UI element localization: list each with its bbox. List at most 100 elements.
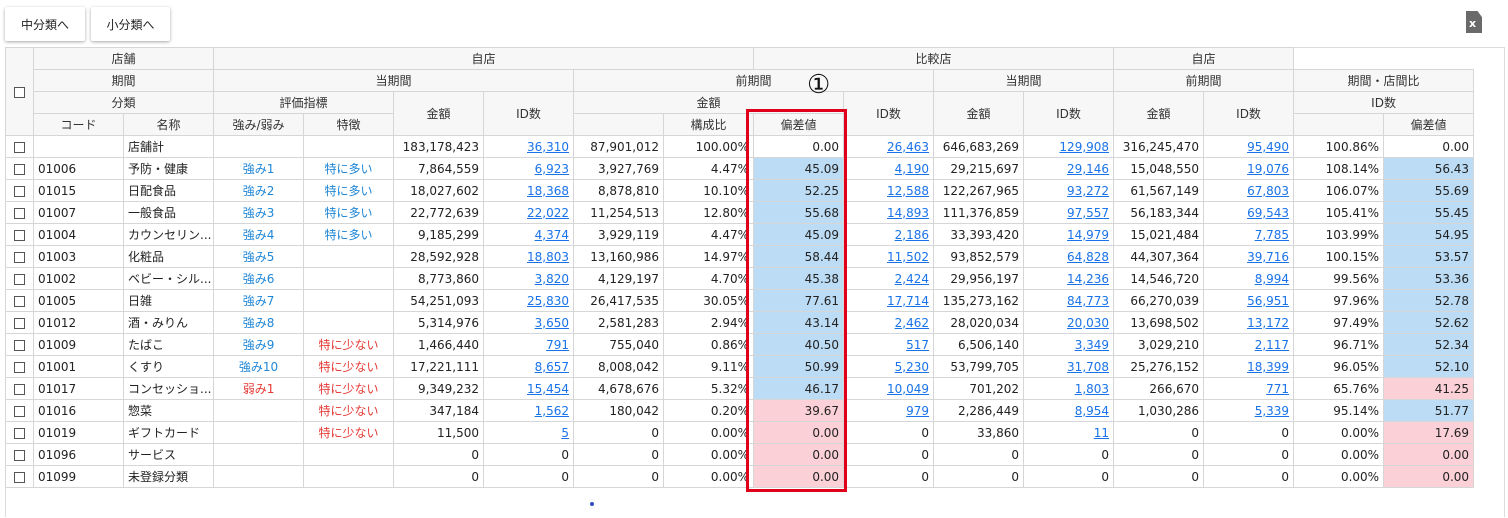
header-amount[interactable]: 金額 (393, 91, 485, 136)
row-checkbox[interactable] (14, 207, 25, 219)
cell-id-count-value[interactable]: 4,374 (535, 228, 569, 242)
cell-compare-id-count-value[interactable]: 97,557 (1067, 206, 1109, 220)
cell-id-count-value[interactable]: 6,923 (535, 162, 569, 176)
cell-id-count-value[interactable]: 36,310 (527, 140, 569, 154)
row-checkbox[interactable] (14, 339, 25, 351)
cell-compare-prev-id-count-value[interactable]: 771 (1266, 382, 1289, 396)
row-checkbox[interactable] (14, 471, 25, 483)
header-compare-prev-amount[interactable]: 金額 (1113, 91, 1205, 136)
row-checkbox[interactable] (14, 449, 25, 461)
row-checkbox-cell[interactable] (5, 201, 34, 224)
cell-id-count-value[interactable]: 22,022 (527, 206, 569, 220)
cell-id-count-value[interactable]: 1,562 (535, 404, 569, 418)
cell-compare-id-count-value[interactable]: 14,979 (1067, 228, 1109, 242)
small-category-button[interactable]: 小分類へ (91, 7, 170, 41)
cell-prev-id-count-value[interactable]: 10,049 (887, 382, 929, 396)
cell-compare-prev-id-count-value[interactable]: 19,076 (1247, 162, 1289, 176)
cell-id-count-value[interactable]: 15,454 (527, 382, 569, 396)
cell-compare-id-count-value[interactable]: 1,803 (1075, 382, 1109, 396)
cell-compare-prev-id-count-value[interactable]: 18,399 (1247, 360, 1289, 374)
row-checkbox-cell[interactable] (5, 377, 34, 400)
header-ratio-deviation[interactable]: 偏差値 (1383, 113, 1475, 136)
cell-compare-prev-id-count-value[interactable]: 8,994 (1255, 272, 1289, 286)
header-name[interactable]: 名称 (122, 113, 215, 136)
header-compare-id-count[interactable]: ID数 (1023, 91, 1115, 136)
header-deviation[interactable]: 偏差値 (753, 113, 845, 136)
row-checkbox-cell[interactable] (5, 443, 34, 466)
cell-compare-prev-id-count-value[interactable]: 39,716 (1247, 250, 1289, 264)
row-checkbox[interactable] (14, 273, 25, 285)
cell-compare-prev-id-count-value[interactable]: 2,117 (1255, 338, 1289, 352)
cell-id-count-value[interactable]: 25,830 (527, 294, 569, 308)
cell-compare-id-count-value[interactable]: 11 (1094, 426, 1109, 440)
row-checkbox-cell[interactable] (5, 311, 34, 334)
cell-compare-prev-id-count-value[interactable]: 69,543 (1247, 206, 1289, 220)
cell-prev-id-count-value[interactable]: 14,893 (887, 206, 929, 220)
cell-compare-id-count-value[interactable]: 129,908 (1059, 140, 1109, 154)
cell-compare-id-count-value[interactable]: 84,773 (1067, 294, 1109, 308)
row-checkbox-cell[interactable] (5, 289, 34, 312)
row-checkbox[interactable] (14, 163, 25, 175)
cell-compare-id-count-value[interactable]: 3,349 (1075, 338, 1109, 352)
cell-compare-id-count-value[interactable]: 29,146 (1067, 162, 1109, 176)
cell-compare-id-count-value[interactable]: 31,708 (1067, 360, 1109, 374)
cell-id-count-value[interactable]: 18,803 (527, 250, 569, 264)
cell-compare-prev-id-count-value[interactable]: 7,785 (1255, 228, 1289, 242)
cell-prev-id-count-value[interactable]: 979 (906, 404, 929, 418)
cell-prev-id-count-value[interactable]: 2,424 (895, 272, 929, 286)
row-checkbox-cell[interactable] (5, 245, 34, 268)
row-checkbox-cell[interactable] (5, 421, 34, 444)
row-checkbox-cell[interactable] (5, 223, 34, 246)
row-checkbox-cell[interactable] (5, 333, 34, 356)
row-checkbox[interactable] (14, 405, 25, 417)
cell-prev-id-count-value[interactable]: 517 (906, 338, 929, 352)
header-composition[interactable]: 構成比 (663, 113, 755, 136)
cell-prev-id-count-value[interactable]: 2,462 (895, 316, 929, 330)
middle-category-button[interactable]: 中分類へ (5, 7, 85, 41)
row-checkbox[interactable] (14, 361, 25, 373)
cell-prev-id-count-value[interactable]: 5,230 (895, 360, 929, 374)
row-checkbox[interactable] (14, 229, 25, 241)
cell-prev-id-count-value[interactable]: 2,186 (895, 228, 929, 242)
cell-id-count-value[interactable]: 791 (546, 338, 569, 352)
cell-prev-id-count-value[interactable]: 4,190 (895, 162, 929, 176)
row-checkbox-cell[interactable] (5, 179, 34, 202)
row-checkbox[interactable] (14, 251, 25, 263)
cell-compare-prev-id-count-value[interactable]: 56,951 (1247, 294, 1289, 308)
row-checkbox-cell[interactable] (5, 135, 34, 158)
header-compare-prev-id-count[interactable]: ID数 (1203, 91, 1295, 136)
header-feature[interactable]: 特徴 (303, 113, 395, 136)
cell-compare-prev-id-count-value[interactable]: 67,803 (1247, 184, 1289, 198)
header-prev-id-count[interactable]: ID数 (843, 91, 935, 136)
cell-id-count-value[interactable]: 8,657 (535, 360, 569, 374)
cell-compare-prev-id-count-value[interactable]: 5,339 (1255, 404, 1289, 418)
header-code[interactable]: コード (33, 113, 124, 136)
row-checkbox-cell[interactable] (5, 465, 34, 488)
row-checkbox[interactable] (14, 317, 25, 329)
excel-export-icon[interactable]: x (1466, 11, 1482, 33)
cell-compare-prev-id-count-value[interactable]: 95,490 (1247, 140, 1289, 154)
cell-compare-id-count-value[interactable]: 64,828 (1067, 250, 1109, 264)
cell-prev-id-count-value[interactable]: 12,588 (887, 184, 929, 198)
header-strength[interactable]: 強み/弱み (213, 113, 305, 136)
row-checkbox[interactable] (14, 185, 25, 197)
select-all-checkbox[interactable] (14, 86, 25, 98)
row-checkbox-cell[interactable] (5, 399, 34, 422)
select-all-header[interactable] (5, 47, 34, 136)
row-checkbox[interactable] (14, 141, 25, 153)
row-checkbox-cell[interactable] (5, 355, 34, 378)
cell-id-count-value[interactable]: 18,368 (527, 184, 569, 198)
cell-compare-id-count-value[interactable]: 20,030 (1067, 316, 1109, 330)
header-compare-amount[interactable]: 金額 (933, 91, 1025, 136)
row-checkbox[interactable] (14, 383, 25, 395)
cell-prev-id-count-value[interactable]: 17,714 (887, 294, 929, 308)
row-checkbox-cell[interactable] (5, 157, 34, 180)
cell-compare-id-count-value[interactable]: 8,954 (1075, 404, 1109, 418)
cell-id-count-value[interactable]: 5 (561, 426, 569, 440)
cell-prev-id-count-value[interactable]: 26,463 (887, 140, 929, 154)
cell-compare-id-count-value[interactable]: 93,272 (1067, 184, 1109, 198)
cell-id-count-value[interactable]: 3,820 (535, 272, 569, 286)
cell-prev-id-count-value[interactable]: 11,502 (887, 250, 929, 264)
row-checkbox-cell[interactable] (5, 267, 34, 290)
cell-compare-prev-id-count-value[interactable]: 13,172 (1247, 316, 1289, 330)
